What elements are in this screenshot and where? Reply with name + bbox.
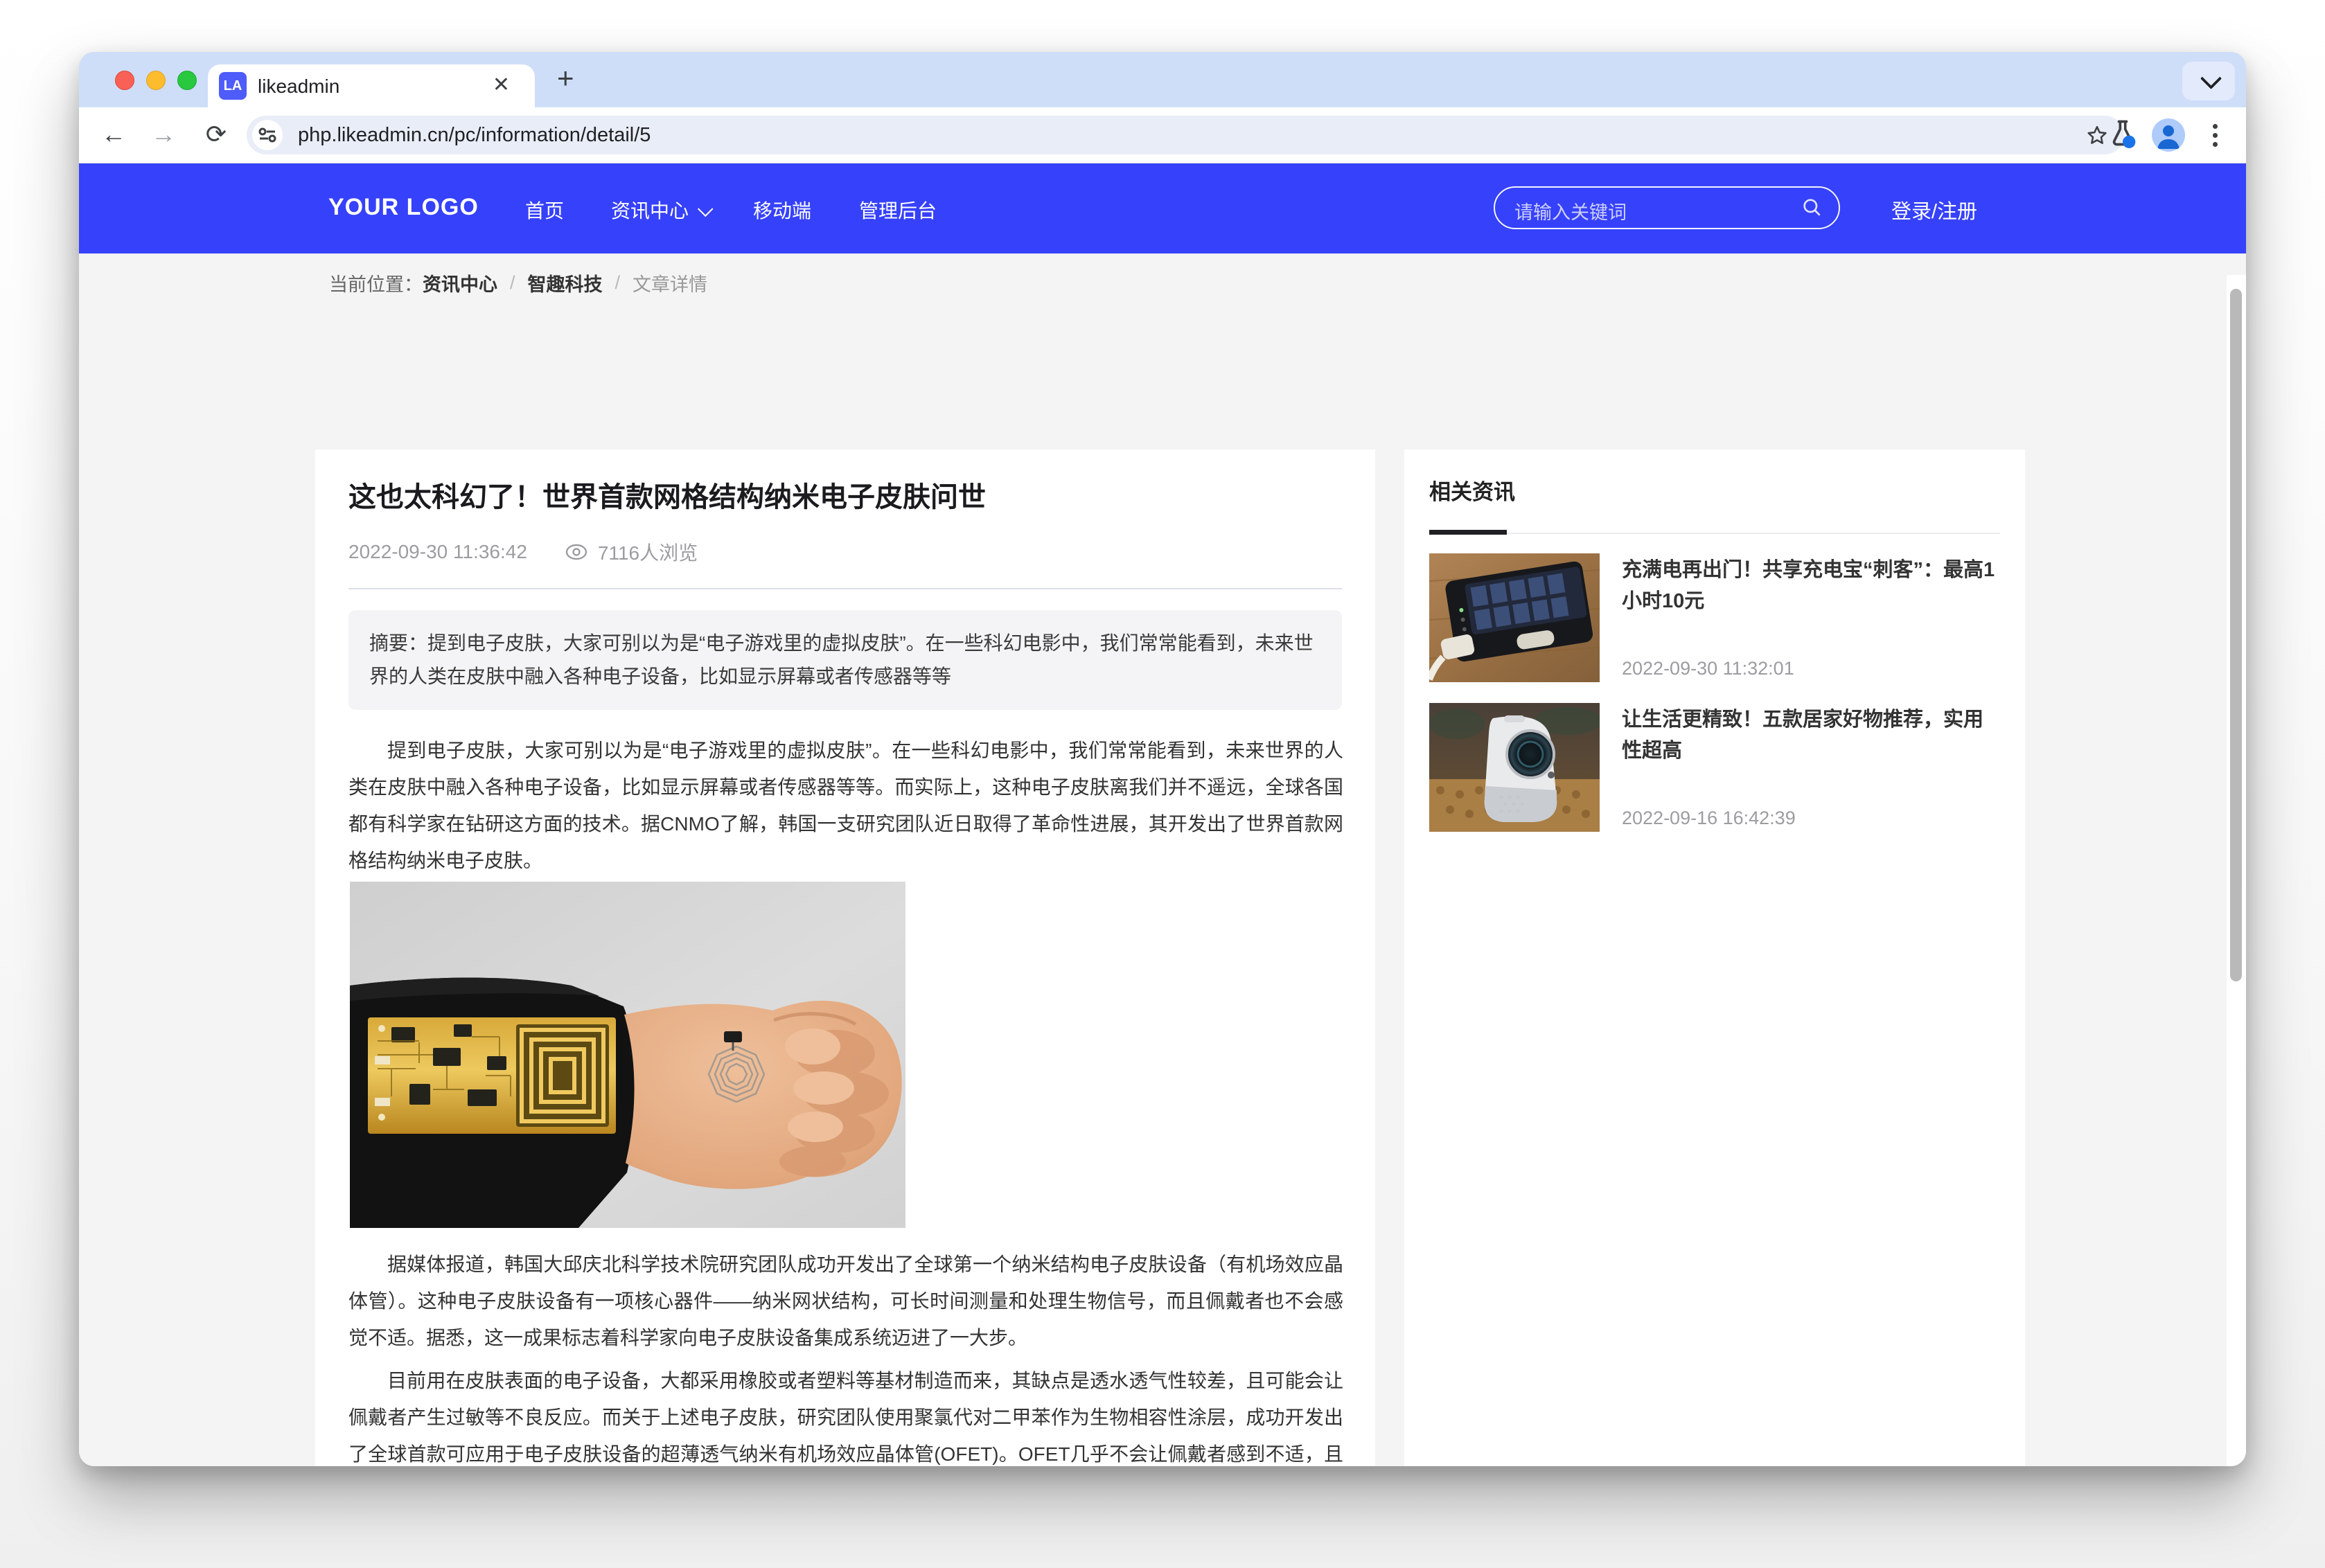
new-tab-button[interactable]: + — [557, 62, 574, 95]
article-paragraph: 据媒体报道，韩国大邱庆北科学技术院研究团队成功开发出了全球第一个纳米结构电子皮肤… — [348, 1246, 1343, 1356]
views-eye-icon — [565, 543, 588, 561]
browser-window: LA likeadmin ✕ + ← → ⟳ php.likeadmin.cn/… — [79, 52, 2246, 1466]
page-scrollbar-gutter — [2227, 275, 2246, 1466]
nav-item-news-center[interactable]: 资讯中心 — [611, 196, 708, 224]
maximize-window-button[interactable] — [177, 71, 197, 90]
related-thumbnail-projector — [1429, 703, 1600, 832]
login-register-link[interactable]: 登录/注册 — [1891, 195, 1977, 224]
tab-close-icon[interactable]: ✕ — [493, 73, 510, 97]
reload-button[interactable]: ⟳ — [201, 120, 231, 149]
related-item-date: 2022-09-30 11:32:01 — [1622, 658, 1794, 679]
web-page: YOUR LOGO 首页 资讯中心 移动端 管理后台 请输入关键词 登录/注册 … — [79, 163, 2246, 1466]
nav-item-admin[interactable]: 管理后台 — [859, 196, 937, 224]
related-news-title: 相关资讯 — [1429, 474, 1515, 506]
tab-search-button[interactable] — [2182, 62, 2235, 100]
breadcrumb-category[interactable]: 智趣科技 — [528, 269, 603, 296]
nav-item-mobile[interactable]: 移动端 — [753, 196, 811, 224]
breadcrumb-prefix: 当前位置： — [329, 269, 423, 296]
article-paragraph: 目前用在皮肤表面的电子设备，大都采用橡胶或者塑料等基材制造而来，其缺点是透水透气… — [348, 1362, 1343, 1466]
breadcrumb: 当前位置： 资讯中心 / 智趣科技 / 文章详情 — [329, 253, 707, 312]
search-placeholder: 请输入关键词 — [1514, 197, 1627, 224]
breadcrumb-news-center[interactable]: 资讯中心 — [423, 269, 497, 296]
article-title: 这也太科幻了！世界首款网格结构纳米电子皮肤问世 — [348, 474, 1342, 515]
bookmark-star-icon[interactable] — [2085, 124, 2109, 151]
article-summary: 摘要：提到电子皮肤，大家可别以为是“电子游戏里的虚拟皮肤”。在一些科幻电影中，我… — [348, 610, 1342, 710]
chevron-down-icon — [698, 201, 714, 217]
back-button[interactable]: ← — [98, 120, 129, 149]
search-icon[interactable] — [1801, 197, 1823, 219]
related-title-rule — [1429, 533, 2000, 534]
related-title-rule-accent — [1429, 530, 1507, 535]
browser-menu-icon[interactable] — [2213, 120, 2217, 151]
search-input[interactable]: 请输入关键词 — [1494, 186, 1840, 229]
article-date: 2022-09-30 11:36:42 — [348, 541, 527, 563]
tab-title: likeadmin — [258, 75, 339, 98]
browser-toolbar: ← → ⟳ php.likeadmin.cn/pc/information/de… — [79, 107, 2246, 163]
url-text[interactable]: php.likeadmin.cn/pc/information/detail/5 — [298, 124, 651, 147]
site-favicon: LA — [219, 72, 247, 100]
site-navbar: YOUR LOGO 首页 资讯中心 移动端 管理后台 请输入关键词 登录/注册 — [79, 163, 2246, 253]
related-news-card: 相关资讯 — [1404, 449, 2025, 1466]
minimize-window-button[interactable] — [146, 71, 166, 90]
breadcrumb-current: 文章详情 — [633, 269, 707, 296]
meta-divider — [348, 588, 1342, 589]
nav-item-home[interactable]: 首页 — [525, 196, 564, 224]
article-image-electronic-skin — [350, 882, 905, 1228]
close-window-button[interactable] — [115, 71, 134, 90]
experiments-flask-icon[interactable] — [2107, 117, 2138, 152]
address-bar[interactable]: php.likeadmin.cn/pc/information/detail/5 — [247, 116, 2124, 154]
forward-button[interactable]: → — [148, 120, 179, 149]
article-card: 这也太科幻了！世界首款网格结构纳米电子皮肤问世 2022-09-30 11:36… — [315, 449, 1375, 1466]
site-settings-icon[interactable] — [252, 120, 283, 150]
site-logo[interactable]: YOUR LOGO — [328, 194, 479, 221]
related-item[interactable]: 让生活更精致！五款居家好物推荐，实用性超高 2022-09-16 16:42:3… — [1429, 703, 2000, 832]
related-item-title[interactable]: 让生活更精致！五款居家好物推荐，实用性超高 — [1622, 704, 2000, 767]
scrollbar-thumb[interactable] — [2230, 289, 2242, 981]
related-item[interactable]: 充满电再出门！共享充电宝“刺客”：最高1小时10元 2022-09-30 11:… — [1429, 553, 2000, 682]
related-item-date: 2022-09-16 16:42:39 — [1622, 808, 1796, 829]
article-views: 7116人浏览 — [598, 538, 698, 566]
related-thumbnail-powerbank — [1429, 553, 1600, 682]
tab-strip: LA likeadmin ✕ + — [79, 52, 2246, 107]
browser-tab[interactable]: LA likeadmin ✕ — [208, 64, 535, 107]
article-paragraph: 提到电子皮肤，大家可别以为是“电子游戏里的虚拟皮肤”。在一些科幻电影中，我们常常… — [348, 732, 1343, 879]
article-meta: 2022-09-30 11:36:42 7116人浏览 — [348, 538, 698, 566]
chevron-down-icon — [2200, 68, 2222, 89]
related-item-title[interactable]: 充满电再出门！共享充电宝“刺客”：最高1小时10元 — [1622, 555, 2000, 617]
profile-avatar[interactable] — [2152, 118, 2185, 152]
